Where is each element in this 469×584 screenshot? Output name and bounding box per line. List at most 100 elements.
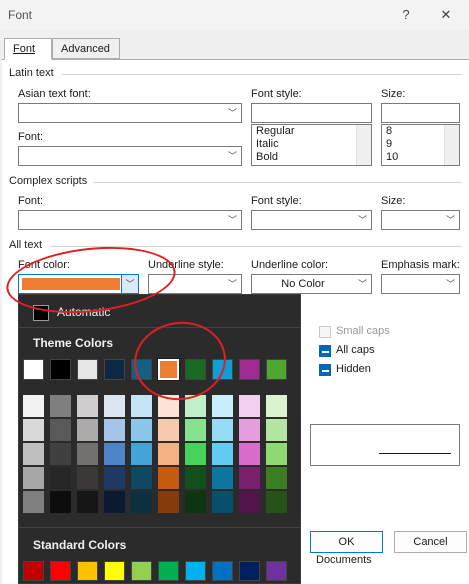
shade-swatch[interactable] (185, 491, 206, 513)
chevron-down-icon: ﹀ (227, 151, 237, 161)
standard-colors-heading: Standard Colors (33, 538, 127, 552)
list-item[interactable]: Regular (252, 125, 371, 138)
standard-color-swatch[interactable] (77, 561, 98, 581)
font-style-input[interactable] (251, 103, 372, 123)
standard-color-swatch[interactable] (23, 561, 44, 581)
theme-color-swatch[interactable] (23, 359, 44, 380)
shade-swatch[interactable] (212, 491, 233, 513)
shade-swatch[interactable] (266, 491, 287, 513)
standard-color-swatch[interactable] (131, 561, 152, 581)
standard-color-swatch[interactable] (50, 561, 71, 581)
asian-font-combo[interactable]: ﹀ (18, 103, 242, 123)
hidden-checkbox[interactable] (319, 364, 331, 376)
shade-swatch[interactable] (23, 467, 44, 489)
shade-swatch[interactable] (158, 443, 179, 465)
shade-swatch[interactable] (77, 443, 98, 465)
shade-swatch[interactable] (104, 419, 125, 441)
font-combo[interactable]: ﹀ (18, 146, 242, 166)
section-divider (94, 182, 462, 183)
chevron-down-icon: ﹀ (445, 215, 455, 225)
shade-swatch[interactable] (185, 467, 206, 489)
theme-color-swatch[interactable] (77, 359, 98, 380)
scrollbar[interactable] (356, 125, 371, 165)
shade-swatch[interactable] (50, 467, 71, 489)
complex-size-label: Size: (381, 195, 406, 207)
tab-advanced-label: Advanced (61, 43, 110, 55)
shade-swatch[interactable] (266, 419, 287, 441)
taskbar-item[interactable]: Documents (316, 554, 372, 566)
shade-swatch[interactable] (104, 443, 125, 465)
theme-color-swatch[interactable] (239, 359, 260, 380)
complex-font-combo[interactable]: ﹀ (18, 210, 242, 230)
shade-swatch[interactable] (266, 395, 287, 417)
shade-swatch[interactable] (23, 443, 44, 465)
standard-color-swatch[interactable] (266, 561, 287, 581)
shade-swatch[interactable] (104, 467, 125, 489)
size-list[interactable]: 8 9 10 (381, 124, 460, 166)
shade-swatch[interactable] (239, 443, 260, 465)
underline-color-combo[interactable]: No Color ﹀ (251, 274, 372, 294)
shade-swatch[interactable] (212, 419, 233, 441)
shade-swatch[interactable] (158, 491, 179, 513)
hidden-label: Hidden (336, 363, 371, 375)
standard-color-swatch[interactable] (104, 561, 125, 581)
close-button[interactable]: ✕ (432, 4, 460, 26)
shade-swatch[interactable] (77, 491, 98, 513)
shade-swatch[interactable] (50, 491, 71, 513)
shade-swatch[interactable] (212, 467, 233, 489)
shade-swatch[interactable] (158, 467, 179, 489)
shade-swatch[interactable] (77, 395, 98, 417)
shade-swatch[interactable] (212, 395, 233, 417)
shade-swatch[interactable] (185, 419, 206, 441)
shade-swatch[interactable] (212, 443, 233, 465)
list-item[interactable]: Italic (252, 138, 371, 151)
small-caps-checkbox[interactable] (319, 326, 331, 338)
shade-swatch[interactable] (50, 395, 71, 417)
cancel-button[interactable]: Cancel (394, 531, 467, 553)
shade-swatch[interactable] (131, 443, 152, 465)
shade-swatch[interactable] (50, 443, 71, 465)
complex-size-combo[interactable]: ﹀ (381, 210, 460, 230)
theme-color-swatch[interactable] (266, 359, 287, 380)
emphasis-mark-combo[interactable]: ﹀ (381, 274, 460, 294)
shade-swatch[interactable] (77, 419, 98, 441)
shade-swatch[interactable] (131, 467, 152, 489)
shade-swatch[interactable] (131, 395, 152, 417)
shade-swatch[interactable] (239, 419, 260, 441)
list-item[interactable]: Bold (252, 151, 371, 164)
standard-color-swatch[interactable] (239, 561, 260, 581)
panel-divider (19, 527, 300, 528)
shade-swatch[interactable] (104, 491, 125, 513)
font-style-list[interactable]: Regular Italic Bold (251, 124, 372, 166)
shade-swatch[interactable] (158, 419, 179, 441)
shade-swatch[interactable] (131, 419, 152, 441)
tab-font[interactable]: Font (4, 38, 52, 60)
standard-color-swatch[interactable] (185, 561, 206, 581)
all-caps-checkbox[interactable] (319, 345, 331, 357)
shade-swatch[interactable] (266, 443, 287, 465)
shade-swatch[interactable] (23, 491, 44, 513)
ok-button[interactable]: OK (310, 531, 383, 553)
theme-color-swatch[interactable] (104, 359, 125, 380)
shade-swatch[interactable] (239, 395, 260, 417)
help-button[interactable]: ? (392, 4, 420, 26)
tab-advanced[interactable]: Advanced (52, 38, 120, 59)
shade-swatch[interactable] (104, 395, 125, 417)
theme-color-swatch[interactable] (50, 359, 71, 380)
chevron-down-icon: ﹀ (227, 215, 237, 225)
standard-color-swatch[interactable] (158, 561, 179, 581)
shade-swatch[interactable] (266, 467, 287, 489)
standard-color-swatch[interactable] (212, 561, 233, 581)
scrollbar[interactable] (444, 125, 459, 165)
size-input[interactable] (381, 103, 460, 123)
shade-swatch[interactable] (23, 395, 44, 417)
shade-swatch[interactable] (239, 491, 260, 513)
complex-font-style-combo[interactable]: ﹀ (251, 210, 372, 230)
shade-swatch[interactable] (131, 491, 152, 513)
shade-swatch[interactable] (50, 419, 71, 441)
shade-swatch[interactable] (185, 443, 206, 465)
shade-swatch[interactable] (23, 419, 44, 441)
shade-swatch[interactable] (239, 467, 260, 489)
size-label: Size: (381, 88, 406, 100)
shade-swatch[interactable] (77, 467, 98, 489)
